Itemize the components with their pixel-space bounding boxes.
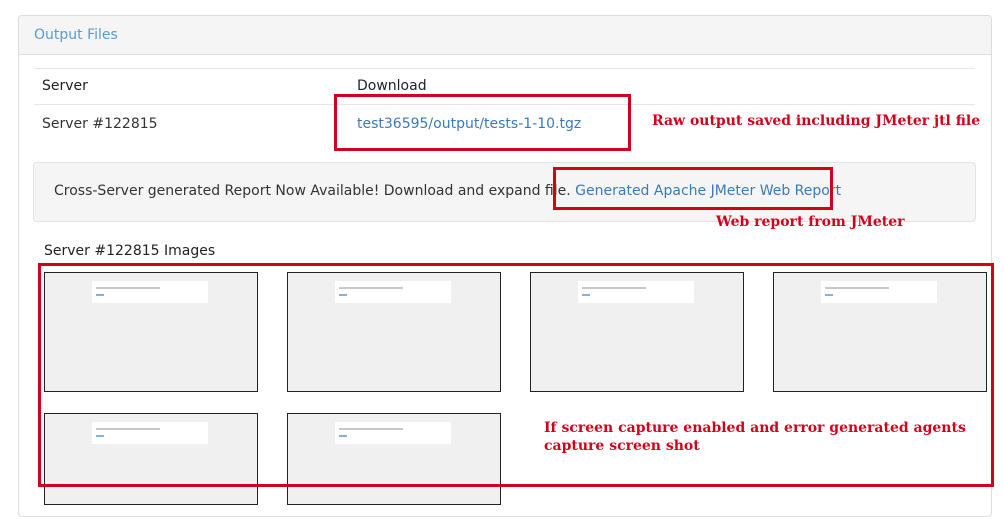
annotation-box-download bbox=[334, 94, 631, 151]
annotation-box-web-report bbox=[553, 167, 833, 210]
server-cell: Server #122815 bbox=[42, 116, 158, 132]
table-top-border bbox=[34, 68, 975, 69]
annotation-screen-capture-line2: capture screen shot bbox=[544, 438, 700, 454]
panel-title: Output Files bbox=[34, 27, 118, 43]
annotation-box-images bbox=[38, 263, 994, 487]
images-title: Server #122815 Images bbox=[44, 243, 216, 259]
annotation-raw-output: Raw output saved including JMeter jtl fi… bbox=[652, 113, 981, 129]
annotation-web-report: Web report from JMeter bbox=[716, 214, 905, 230]
annotation-screen-capture-line1: If screen capture enabled and error gene… bbox=[544, 420, 966, 436]
column-header-server: Server bbox=[42, 78, 88, 94]
column-header-download: Download bbox=[357, 78, 427, 94]
panel-heading: Output Files bbox=[19, 16, 991, 55]
report-message: Cross-Server generated Report Now Availa… bbox=[54, 183, 571, 199]
